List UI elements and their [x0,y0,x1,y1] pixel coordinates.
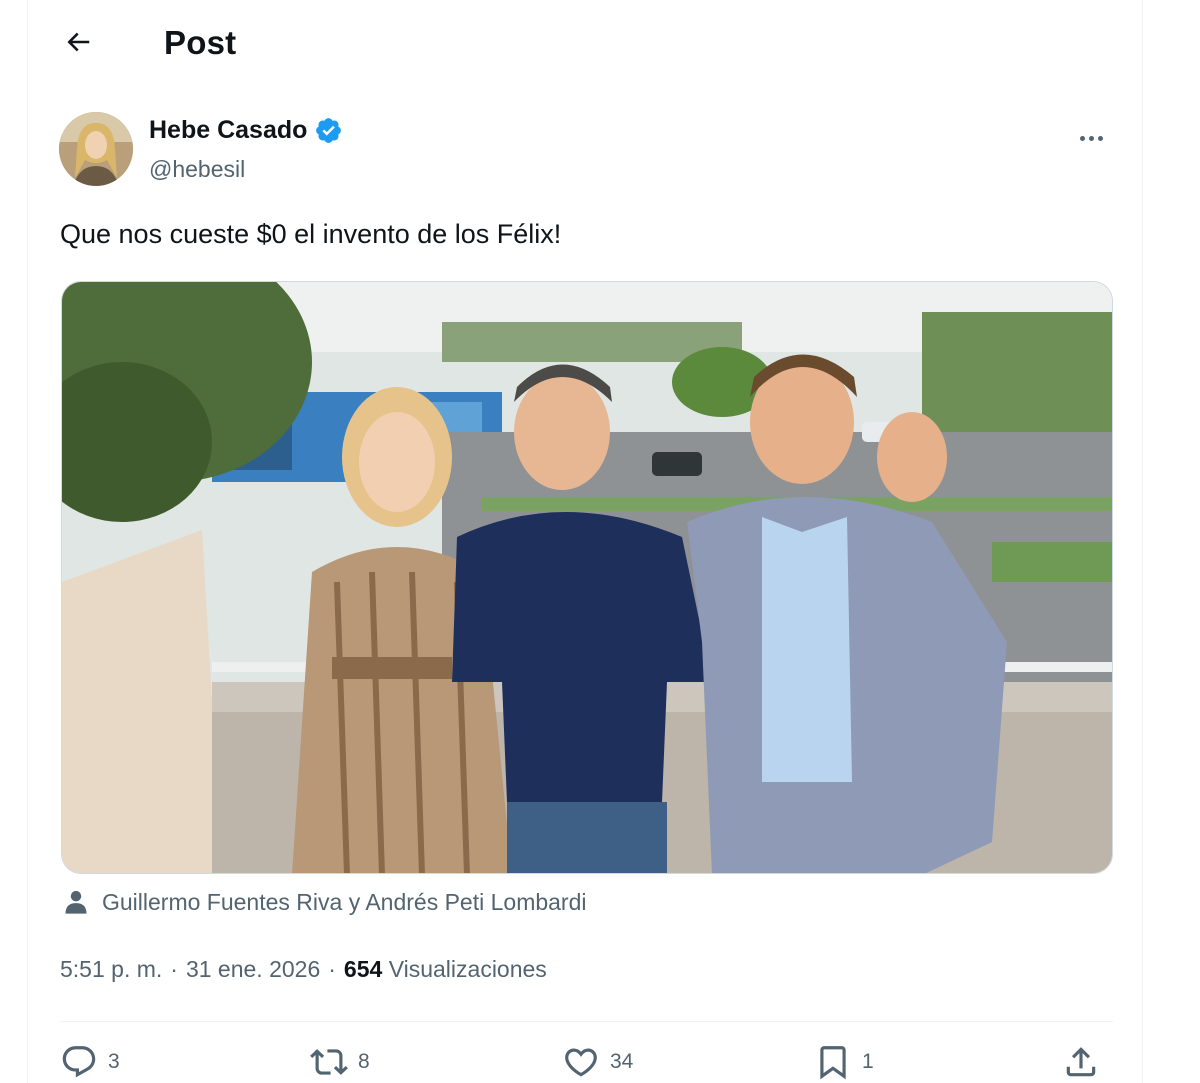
avatar[interactable] [59,112,133,186]
post-metadata: 5:51 p. m. · 31 ene. 2026 · 654 Visualiz… [60,956,547,983]
verified-badge-icon [316,118,342,143]
post-actions: 3 8 34 1 [60,1043,1116,1083]
bookmark-count: 1 [862,1050,874,1073]
post-detail-column: Post Hebe Casado @hebesil Que nos cueste… [27,0,1143,1083]
more-options-button[interactable] [1071,118,1111,158]
like-button[interactable]: 34 [562,1043,633,1081]
divider [60,1021,1113,1022]
share-button[interactable] [1062,1043,1100,1081]
page-title: Post [164,24,237,61]
repost-icon [310,1049,348,1075]
like-count: 34 [610,1050,634,1073]
tagged-people-label[interactable]: Guillermo Fuentes Riva y Andrés Peti Lom… [102,889,587,916]
reply-button[interactable]: 3 [60,1043,120,1081]
back-button[interactable] [58,22,98,62]
views-label: Visualizaciones [388,956,547,982]
tagged-people[interactable]: Guillermo Fuentes Riva y Andrés Peti Lom… [62,888,587,916]
bookmark-button[interactable]: 1 [814,1043,874,1081]
share-icon [1066,1047,1096,1077]
views-count: 654 [343,956,383,982]
reply-count: 3 [108,1050,120,1073]
author-name[interactable]: Hebe Casado [149,116,307,145]
author-name-row[interactable]: Hebe Casado [149,116,343,145]
back-arrow-icon [67,32,90,52]
post-time[interactable]: 5:51 p. m. [60,956,162,983]
separator-dot: · [170,956,178,982]
more-options-icon-dot [1088,135,1094,141]
page-header: Post [28,0,1142,86]
separator-dot: · [328,956,336,982]
post-date[interactable]: 31 ene. 2026 [186,956,320,983]
more-options-icon [1079,135,1085,141]
post-author: Hebe Casado @hebesil [59,112,1109,192]
post-photo[interactable] [61,281,1113,874]
repost-button[interactable]: 8 [310,1043,370,1081]
bookmark-icon [820,1046,846,1080]
reply-icon [62,1046,96,1078]
person-icon [65,890,87,914]
repost-count: 8 [358,1050,370,1073]
like-icon [565,1048,597,1077]
author-handle[interactable]: @hebesil [149,156,245,183]
more-options-icon-dot [1097,135,1103,141]
post-text: Que nos cueste $0 el invento de los Féli… [60,219,562,249]
